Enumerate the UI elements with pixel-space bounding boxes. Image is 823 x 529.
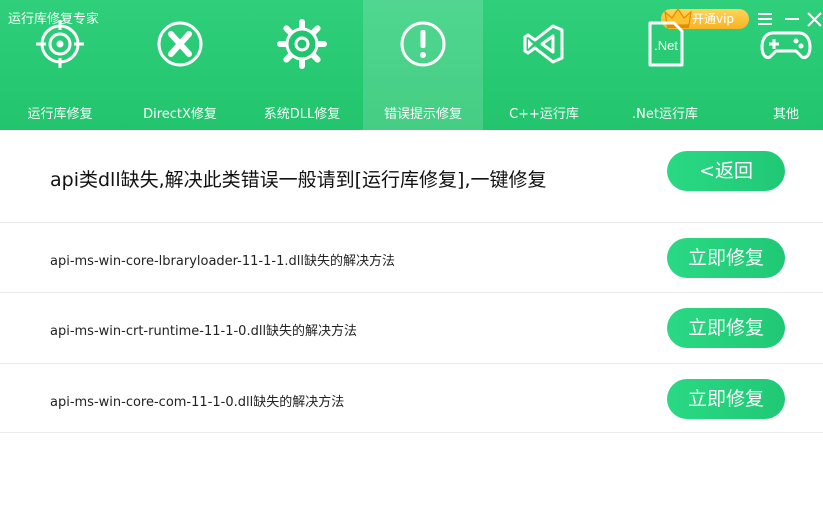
nav-label: 系统DLL修复 xyxy=(263,107,341,122)
list-item-text: api-ms-win-core-com-11-1-0.dll缺失的解决方法 xyxy=(50,395,345,410)
list-item-text: api-ms-win-crt-runtime-11-1-0.dll缺失的解决方法 xyxy=(50,324,358,339)
nav-bar: 运行库修复 DirectX修复 系统DLL修复 错误提示修复 C++运行库 .N… xyxy=(0,0,823,130)
nav-label: .Net运行库 xyxy=(632,107,698,122)
nav-item-runtime-repair[interactable]: 运行库修复 xyxy=(0,0,120,130)
nav-label: C++运行库 xyxy=(509,107,579,122)
dotnet-icon: .Net xyxy=(648,21,684,67)
list-item: api-ms-win-core-com-11-1-0.dll缺失的解决方法 立即… xyxy=(0,363,823,433)
nav-label: 运行库修复 xyxy=(27,107,93,122)
gear-icon xyxy=(277,19,327,69)
exclamation-icon xyxy=(400,21,446,67)
main-header-row: api类dll缺失,解决此类错误一般请到[运行库修复],一键修复 <返回 xyxy=(0,130,823,223)
nav-item-dotnet-runtime[interactable]: .Net .Net运行库 xyxy=(605,0,725,130)
nav-item-system-dll[interactable]: 系统DLL修复 xyxy=(242,0,362,130)
back-button[interactable]: <返回 xyxy=(667,151,785,191)
gamepad-icon xyxy=(760,31,812,59)
list-item-text: api-ms-win-core-lbraryloader-11-1-1.dll缺… xyxy=(50,254,395,269)
page-title: api类dll缺失,解决此类错误一般请到[运行库修复],一键修复 xyxy=(50,169,547,191)
fix-now-button[interactable]: 立即修复 xyxy=(667,308,785,348)
directx-icon xyxy=(157,21,203,67)
crosshair-icon xyxy=(36,20,84,68)
list-item: api-ms-win-crt-runtime-11-1-0.dll缺失的解决方法… xyxy=(0,292,823,364)
nav-item-cpp-runtime[interactable]: C++运行库 xyxy=(484,0,604,130)
fix-now-button[interactable]: 立即修复 xyxy=(667,238,785,278)
fix-now-button[interactable]: 立即修复 xyxy=(667,379,785,419)
list-item: api-ms-win-core-lbraryloader-11-1-1.dll缺… xyxy=(0,222,823,293)
header-bar: 运行库修复专家 开通vip 运行库修复 DirectX修复 系统DLL修复 错误… xyxy=(0,0,823,130)
nav-label: 其他 xyxy=(772,107,799,122)
nav-item-other[interactable]: 其他 xyxy=(726,0,823,130)
nav-item-error-prompt[interactable]: 错误提示修复 xyxy=(363,0,483,130)
visual-studio-icon xyxy=(523,24,564,64)
dotnet-icon-text: .Net xyxy=(654,38,678,53)
nav-label: DirectX修复 xyxy=(143,107,217,122)
nav-label: 错误提示修复 xyxy=(383,107,462,122)
nav-item-directx[interactable]: DirectX修复 xyxy=(120,0,240,130)
